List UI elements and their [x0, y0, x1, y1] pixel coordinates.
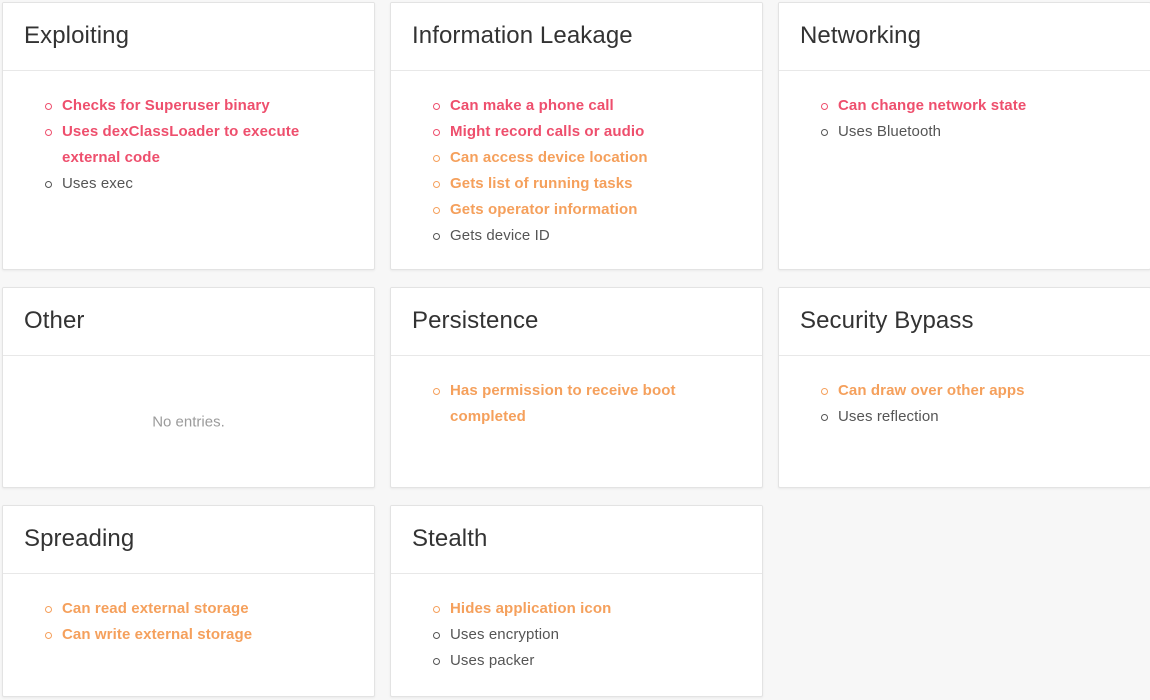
behavior-list-item: Can draw over other apps: [821, 378, 1130, 404]
behavior-list-item: Can make a phone call: [433, 93, 742, 119]
behavior-card-security-bypass: Security Bypass Can draw over other apps U…: [778, 287, 1150, 488]
card-title: Persistence: [412, 307, 539, 335]
card-body-exploiting: Checks for Superuser binary Uses dexClass…: [3, 71, 374, 269]
card-header-security-bypass: Security Bypass: [779, 288, 1150, 356]
behavior-card-information-leakage: Information Leakage Can make a phone call…: [390, 2, 763, 270]
card-header-stealth: Stealth: [391, 506, 762, 574]
behavior-list-item: Can change network state: [821, 93, 1130, 119]
behavior-list-item: Gets device ID: [433, 223, 742, 249]
behavior-card-spreading: Spreading Can read external storage Can wr…: [2, 505, 375, 697]
behavior-card-exploiting: Exploiting Checks for Superuser binary Use…: [2, 2, 375, 270]
card-body-other: No entries.: [3, 356, 374, 487]
behavior-list-item: Can read external storage: [45, 596, 354, 622]
behavior-list-item: Might record calls or audio: [433, 119, 742, 145]
behavior-list: Has permission to receive boot completed: [411, 378, 742, 430]
behavior-list-item: Uses Bluetooth: [821, 119, 1130, 145]
behavior-list-item: Uses reflection: [821, 404, 1130, 430]
card-title: Spreading: [24, 525, 135, 553]
card-header-other: Other: [3, 288, 374, 356]
behavior-list-item: Can write external storage: [45, 622, 354, 648]
behavior-list: Hides application icon Uses encryption Use…: [411, 596, 742, 674]
card-header-exploiting: Exploiting: [3, 3, 374, 71]
behavior-list-item: Gets operator information: [433, 197, 742, 223]
card-header-spreading: Spreading: [3, 506, 374, 574]
behavior-list-item: Uses exec: [45, 171, 354, 197]
behavior-card-networking: Networking Can change network state Uses B…: [778, 2, 1150, 270]
behavior-list: Can change network state Uses Bluetooth: [799, 93, 1130, 145]
card-body-information-leakage: Can make a phone call Might record calls …: [391, 71, 762, 269]
card-header-networking: Networking: [779, 3, 1150, 71]
behavior-card-persistence: Persistence Has permission to receive boo…: [390, 287, 763, 488]
card-body-spreading: Can read external storage Can write exter…: [3, 574, 374, 696]
card-title: Networking: [800, 22, 922, 50]
behavior-list: Can make a phone call Might record calls …: [411, 93, 742, 249]
behavior-list: Can read external storage Can write exter…: [23, 596, 354, 648]
behavior-list: Can draw over other apps Uses reflection: [799, 378, 1130, 430]
behavior-list-item: Uses dexClassLoader to execute external …: [45, 119, 354, 171]
behavior-list: Checks for Superuser binary Uses dexClass…: [23, 93, 354, 197]
card-body-persistence: Has permission to receive boot completed: [391, 356, 762, 487]
card-body-security-bypass: Can draw over other apps Uses reflection: [779, 356, 1150, 487]
behavior-card-other: Other No entries.: [2, 287, 375, 488]
card-header-persistence: Persistence: [391, 288, 762, 356]
card-title: Information Leakage: [412, 22, 633, 50]
card-header-information-leakage: Information Leakage: [391, 3, 762, 71]
card-body-stealth: Hides application icon Uses encryption Use…: [391, 574, 762, 696]
empty-state-message: No entries.: [152, 413, 225, 430]
behavior-list-item: Has permission to receive boot completed: [433, 378, 742, 430]
card-title: Security Bypass: [800, 307, 974, 335]
behavior-list-item: Gets list of running tasks: [433, 171, 742, 197]
behavior-card-stealth: Stealth Hides application icon Uses encryp…: [390, 505, 763, 697]
card-body-networking: Can change network state Uses Bluetooth: [779, 71, 1150, 269]
card-title: Exploiting: [24, 22, 130, 50]
card-title: Stealth: [412, 525, 488, 553]
behavior-list-item: Can access device location: [433, 145, 742, 171]
behavior-list-item: Hides application icon: [433, 596, 742, 622]
behavior-card-grid: Exploiting Checks for Superuser binary Use…: [0, 0, 1150, 697]
behavior-list-item: Uses packer: [433, 648, 742, 674]
behavior-list-item: Checks for Superuser binary: [45, 93, 354, 119]
card-title: Other: [24, 307, 85, 335]
behavior-list-item: Uses encryption: [433, 622, 742, 648]
